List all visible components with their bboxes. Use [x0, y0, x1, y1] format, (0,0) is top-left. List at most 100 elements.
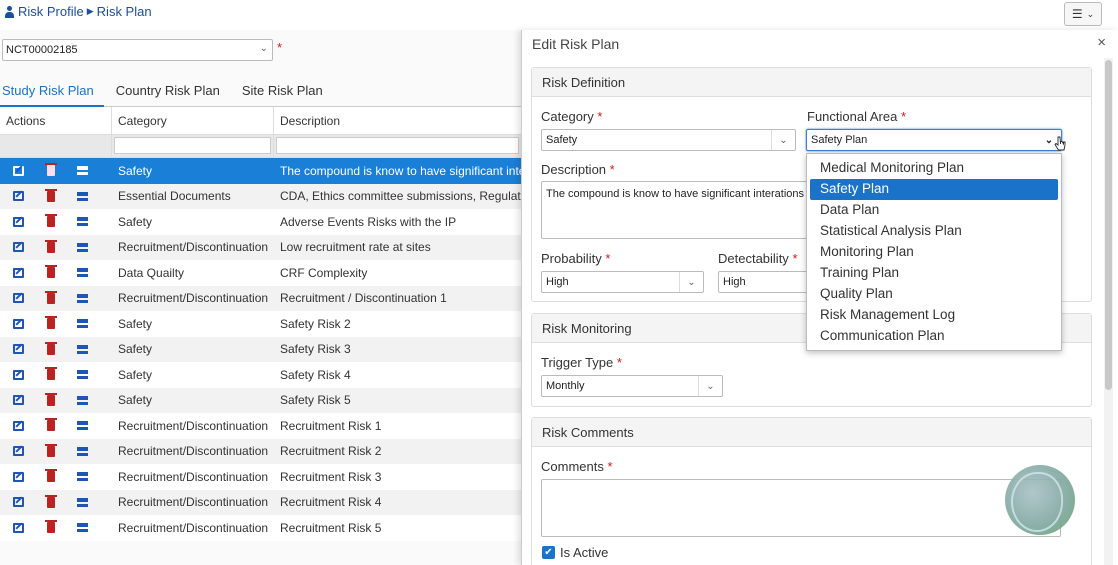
dropdown-option[interactable]: Medical Monitoring Plan: [810, 158, 1058, 179]
description-textarea[interactable]: The compound is know to have significant…: [541, 181, 807, 239]
dropdown-option[interactable]: Training Plan: [810, 263, 1058, 284]
details-action[interactable]: [77, 266, 109, 280]
comments-textarea[interactable]: [541, 479, 1061, 537]
panel-scrollbar[interactable]: [1104, 58, 1113, 565]
breadcrumb-risk-plan[interactable]: Risk Plan: [97, 4, 152, 19]
details-action[interactable]: [77, 495, 109, 509]
details-action[interactable]: [77, 419, 109, 433]
delete-action[interactable]: [45, 367, 77, 382]
details-action[interactable]: [77, 393, 109, 407]
table-row[interactable]: Data Quailty CRF Complexity: [0, 260, 522, 286]
edit-action[interactable]: [13, 495, 45, 509]
dropdown-option[interactable]: Safety Plan: [810, 179, 1058, 200]
edit-action[interactable]: [13, 342, 45, 356]
edit-icon: [13, 267, 24, 278]
trigger-type-select[interactable]: Monthly ⌄: [541, 375, 723, 397]
dropdown-option[interactable]: Data Plan: [810, 200, 1058, 221]
category-select[interactable]: Safety ⌄: [541, 129, 796, 151]
list-icon: [77, 293, 88, 303]
table-row[interactable]: Recruitment/Discontinuation Recruitment R…: [0, 464, 522, 490]
details-action[interactable]: [77, 189, 109, 203]
edit-icon: [13, 216, 24, 227]
table-row[interactable]: Safety Adverse Events Risks with the IP: [0, 209, 522, 235]
details-action[interactable]: [77, 164, 109, 178]
grid-body: Safety The compound is know to have signi…: [0, 158, 522, 541]
table-row[interactable]: Recruitment/Discontinuation Low recruitme…: [0, 234, 522, 260]
delete-action[interactable]: [45, 265, 77, 280]
edit-action[interactable]: [13, 266, 45, 280]
delete-action[interactable]: [45, 341, 77, 356]
breadcrumb-risk-profile[interactable]: Risk Profile: [18, 4, 84, 19]
table-row[interactable]: Safety Safety Risk 3: [0, 336, 522, 362]
edit-action[interactable]: [13, 317, 45, 331]
tab-study-risk-plan[interactable]: Study Risk Plan: [0, 80, 104, 107]
delete-action[interactable]: [45, 443, 77, 458]
table-row[interactable]: Recruitment/Discontinuation Recruitment R…: [0, 489, 522, 515]
edit-action[interactable]: [13, 164, 45, 178]
edit-action[interactable]: [13, 240, 45, 254]
edit-action[interactable]: [13, 444, 45, 458]
dropdown-option[interactable]: Quality Plan: [810, 284, 1058, 305]
dropdown-option[interactable]: Statistical Analysis Plan: [810, 221, 1058, 242]
table-row[interactable]: Recruitment/Discontinuation Recruitment R…: [0, 438, 522, 464]
delete-action[interactable]: [45, 188, 77, 203]
edit-action[interactable]: [13, 215, 45, 229]
edit-action[interactable]: [13, 419, 45, 433]
dropdown-option[interactable]: Monitoring Plan: [810, 242, 1058, 263]
delete-action[interactable]: [45, 494, 77, 509]
detectability-select[interactable]: High: [718, 271, 808, 293]
details-action[interactable]: [77, 521, 109, 535]
tab-country-risk-plan[interactable]: Country Risk Plan: [114, 80, 230, 107]
details-action[interactable]: [77, 215, 109, 229]
column-header-category[interactable]: Category: [112, 107, 274, 134]
dropdown-option[interactable]: Risk Management Log: [810, 305, 1058, 326]
dropdown-option[interactable]: Communication Plan: [810, 326, 1058, 347]
table-row[interactable]: Essential Documents CDA, Ethics committee…: [0, 183, 522, 209]
table-row[interactable]: Safety The compound is know to have signi…: [0, 158, 522, 184]
hand-cursor-icon: [1054, 136, 1066, 151]
edit-icon: [13, 165, 24, 176]
probability-select[interactable]: High ⌄: [541, 271, 704, 293]
delete-action[interactable]: [45, 163, 77, 178]
edit-action[interactable]: [13, 189, 45, 203]
table-row[interactable]: Safety Safety Risk 2: [0, 311, 522, 337]
edit-action[interactable]: [13, 291, 45, 305]
details-action[interactable]: [77, 470, 109, 484]
category-label: Category *: [541, 109, 602, 124]
table-row[interactable]: Safety Safety Risk 5: [0, 387, 522, 413]
details-action[interactable]: [77, 444, 109, 458]
column-header-description[interactable]: Description: [274, 107, 522, 134]
filter-category-input[interactable]: [114, 137, 271, 154]
delete-action[interactable]: [45, 214, 77, 229]
delete-action[interactable]: [45, 316, 77, 331]
details-action[interactable]: [77, 368, 109, 382]
study-select[interactable]: NCT00002185 ⌄: [2, 39, 273, 61]
menu-button[interactable]: ☰ ⌄: [1064, 2, 1102, 26]
edit-action[interactable]: [13, 393, 45, 407]
details-action[interactable]: [77, 291, 109, 305]
edit-action[interactable]: [13, 521, 45, 535]
delete-action[interactable]: [45, 469, 77, 484]
filter-description-input[interactable]: [276, 137, 519, 154]
functional-area-select[interactable]: Safety Plan ⌄: [806, 129, 1062, 151]
column-header-actions[interactable]: Actions: [0, 107, 112, 134]
details-action[interactable]: [77, 342, 109, 356]
functional-area-label-text: Functional Area: [807, 109, 898, 124]
details-action[interactable]: [77, 240, 109, 254]
delete-action[interactable]: [45, 239, 77, 254]
delete-action[interactable]: [45, 392, 77, 407]
delete-action[interactable]: [45, 418, 77, 433]
table-row[interactable]: Safety Safety Risk 4: [0, 362, 522, 388]
table-row[interactable]: Recruitment/Discontinuation Recruitment R…: [0, 515, 522, 541]
details-action[interactable]: [77, 317, 109, 331]
is-active-checkbox[interactable]: ✔: [542, 546, 555, 559]
delete-action[interactable]: [45, 290, 77, 305]
edit-action[interactable]: [13, 368, 45, 382]
table-row[interactable]: Recruitment/Discontinuation Recruitment R…: [0, 413, 522, 439]
table-row[interactable]: Recruitment/Discontinuation Recruitment /…: [0, 285, 522, 311]
edit-action[interactable]: [13, 470, 45, 484]
delete-action[interactable]: [45, 520, 77, 535]
tab-site-risk-plan[interactable]: Site Risk Plan: [240, 80, 333, 107]
scrollbar-thumb[interactable]: [1105, 60, 1112, 390]
close-icon[interactable]: ×: [1097, 34, 1106, 51]
